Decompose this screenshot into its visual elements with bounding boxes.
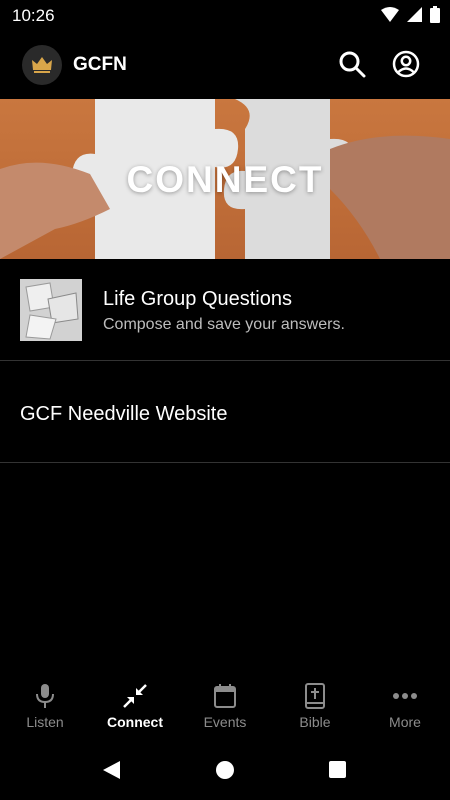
back-icon[interactable] (101, 760, 121, 780)
list-item-website[interactable]: GCF Needville Website (0, 361, 450, 463)
signal-icon (407, 7, 422, 22)
tab-label: Listen (26, 714, 64, 730)
tab-label: More (389, 714, 421, 730)
app-bar: GCFN (0, 32, 450, 99)
home-button[interactable] (216, 761, 234, 779)
tab-listen[interactable]: Listen (0, 672, 90, 744)
status-bar: 10:26 (0, 0, 450, 32)
list-item-life-group-questions[interactable]: Life Group Questions Compose and save yo… (0, 259, 450, 361)
list-item-subtitle: Compose and save your answers. (103, 316, 345, 333)
tab-label: Events (203, 714, 247, 730)
tab-label: Connect (107, 714, 163, 730)
tab-more[interactable]: More (360, 672, 450, 744)
tab-events[interactable]: Events (180, 672, 270, 744)
account-button[interactable] (392, 50, 420, 83)
list-item-title: Life Group Questions (103, 288, 292, 310)
app-logo[interactable] (22, 45, 62, 85)
status-time: 10:26 (12, 6, 55, 25)
crown-icon (32, 57, 52, 73)
search-button[interactable] (338, 50, 366, 83)
connect-icon (123, 684, 147, 708)
list-item-title: GCF Needville Website (20, 403, 228, 425)
app-name: GCFN (73, 54, 127, 75)
status-icons (381, 6, 440, 23)
tab-bible[interactable]: Bible (270, 672, 360, 744)
calendar-icon (214, 684, 236, 708)
more-icon (393, 693, 417, 699)
account-icon (392, 50, 420, 78)
tab-connect[interactable]: Connect (90, 672, 180, 744)
wifi-icon (381, 7, 399, 22)
system-navigation (0, 744, 450, 800)
tab-label: Bible (299, 714, 331, 730)
bottom-navigation: Listen Connect Events Bible More (0, 672, 450, 744)
bible-icon (305, 683, 325, 709)
hero-title: CONNECT (126, 159, 324, 200)
microphone-icon (36, 684, 54, 708)
battery-icon (430, 6, 440, 23)
search-icon (339, 51, 366, 78)
recents-button[interactable] (329, 761, 346, 778)
hero-banner: CONNECT (0, 99, 450, 259)
life-group-thumbnail (20, 279, 82, 341)
